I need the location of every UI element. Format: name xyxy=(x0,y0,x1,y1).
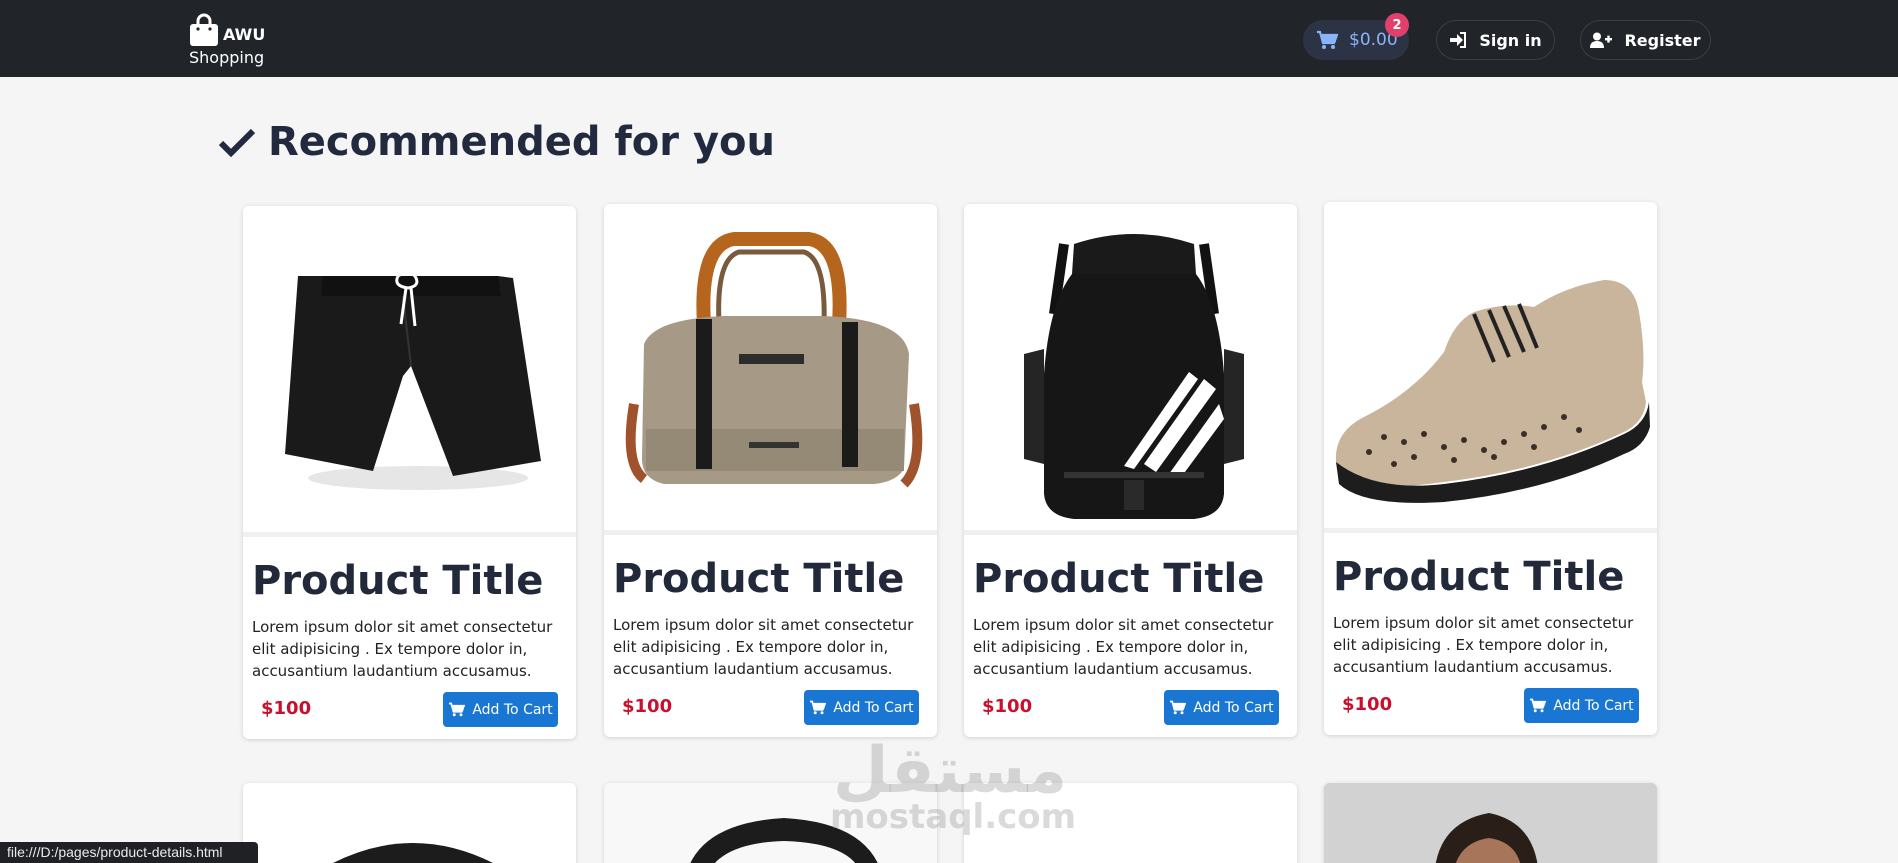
product-price: $100 xyxy=(1342,694,1393,715)
brand-subtitle: Shopping xyxy=(189,48,265,67)
product-image-watch xyxy=(690,818,878,863)
cart-count-badge: 2 xyxy=(1385,13,1409,37)
sign-in-icon xyxy=(1450,32,1467,48)
product-image-shorts[interactable] xyxy=(243,206,576,537)
product-image-duffel-bag[interactable] xyxy=(604,204,937,535)
product-description: Lorem ipsum dolor sit amet consectetur e… xyxy=(613,616,914,678)
add-to-cart-label: Add To Cart xyxy=(833,699,914,716)
shopping-bag-icon xyxy=(190,13,218,46)
section-title: Recommended for you xyxy=(218,112,775,172)
product-card-partial[interactable] xyxy=(964,783,1297,863)
product-image-sneaker[interactable] xyxy=(1324,202,1657,533)
add-to-cart-button[interactable]: Add To Cart xyxy=(1524,688,1639,723)
product-title[interactable]: Product Title xyxy=(973,556,1264,602)
browser-status-url: file:///D:/pages/product-details.html xyxy=(0,842,258,863)
product-image-person xyxy=(1324,783,1657,863)
product-title[interactable]: Product Title xyxy=(613,556,904,602)
add-to-cart-button[interactable]: Add To Cart xyxy=(443,692,558,727)
product-image-backpack[interactable] xyxy=(964,204,1297,535)
product-card-partial[interactable] xyxy=(1324,783,1657,863)
product-card[interactable]: Product Title Lorem ipsum dolor sit amet… xyxy=(604,204,937,737)
register-button[interactable]: Register xyxy=(1580,20,1711,60)
product-description: Lorem ipsum dolor sit amet consectetur e… xyxy=(252,618,553,680)
brand-name: AWU xyxy=(223,25,266,44)
add-to-cart-button[interactable]: Add To Cart xyxy=(1164,690,1279,725)
product-title[interactable]: Product Title xyxy=(252,558,543,604)
sign-in-button[interactable]: Sign in xyxy=(1436,20,1555,60)
add-to-cart-label: Add To Cart xyxy=(1193,699,1274,716)
cart-icon xyxy=(1170,700,1187,715)
brand-logo[interactable]: AWU Shopping xyxy=(189,12,279,68)
add-to-cart-label: Add To Cart xyxy=(472,701,553,718)
user-plus-icon xyxy=(1590,32,1613,48)
cart-icon xyxy=(449,702,466,717)
product-title[interactable]: Product Title xyxy=(1333,554,1624,600)
product-card[interactable]: Product Title Lorem ipsum dolor sit amet… xyxy=(964,204,1297,737)
sign-in-label: Sign in xyxy=(1479,30,1542,50)
section-title-text: Recommended for you xyxy=(268,119,775,165)
cart-icon xyxy=(810,700,827,715)
product-price: $100 xyxy=(261,698,312,719)
product-price: $100 xyxy=(622,696,673,717)
product-description: Lorem ipsum dolor sit amet consectetur e… xyxy=(973,616,1274,678)
product-price: $100 xyxy=(982,696,1033,717)
add-to-cart-label: Add To Cart xyxy=(1553,697,1634,714)
product-card[interactable]: Product Title Lorem ipsum dolor sit amet… xyxy=(243,206,576,739)
top-navbar: AWU Shopping $0.00 2 Sign in Register xyxy=(0,0,1898,77)
product-card-partial[interactable] xyxy=(604,783,937,863)
product-card[interactable]: Product Title Lorem ipsum dolor sit amet… xyxy=(1324,202,1657,735)
product-description: Lorem ipsum dolor sit amet consectetur e… xyxy=(1333,614,1634,676)
product-card-partial[interactable] xyxy=(243,783,576,863)
register-label: Register xyxy=(1624,30,1701,50)
cart-icon xyxy=(1317,30,1338,49)
product-image-cap xyxy=(333,843,493,863)
add-to-cart-button[interactable]: Add To Cart xyxy=(804,690,919,725)
check-icon xyxy=(218,128,256,157)
cart-icon xyxy=(1530,698,1547,713)
